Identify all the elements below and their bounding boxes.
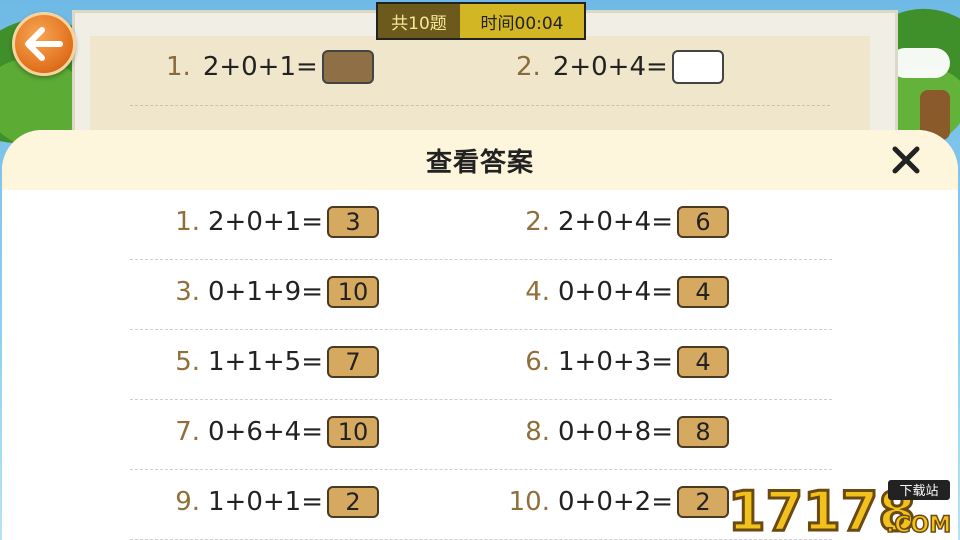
answer-value: 4: [676, 276, 729, 308]
question-expression: 2+0+4=: [552, 52, 668, 82]
answer-expression: 0+1+9=: [208, 277, 323, 307]
answer-value: 2: [326, 486, 379, 518]
arrow-left-icon: [25, 27, 63, 61]
answer-expression: 0+0+4=: [558, 277, 673, 307]
question-number: 1.: [166, 52, 191, 82]
answer-item: 8. 0+0+8= 8: [480, 414, 830, 450]
question-count: 共10题: [378, 4, 460, 38]
question-number: 2.: [516, 52, 541, 82]
answer-expression: 2+0+4=: [558, 207, 673, 237]
watermark-logo: 17178 下载站 .COM: [727, 479, 952, 537]
timer: 时间00:04: [460, 4, 584, 38]
question-expression: 2+0+1=: [202, 52, 318, 82]
question-row: 1. 2+0+1= 2. 2+0+4=: [130, 36, 830, 106]
answer-value: 2: [676, 486, 729, 518]
answer-item: 1. 2+0+1= 3: [130, 204, 480, 240]
answer-number: 1.: [175, 207, 200, 237]
answer-row: 5. 1+1+5= 7 6. 1+0+3= 4: [130, 330, 832, 400]
answer-item: 3. 0+1+9= 10: [130, 274, 480, 310]
close-button[interactable]: [890, 144, 922, 176]
question-item: 1. 2+0+1=: [166, 50, 374, 84]
question-item: 2. 2+0+4=: [516, 50, 724, 84]
answer-row: 3. 0+1+9= 10 4. 0+0+4= 4: [130, 260, 832, 330]
answer-item: 4. 0+0+4= 4: [480, 274, 830, 310]
answer-value: 10: [326, 276, 379, 308]
answer-row: 7. 0+6+4= 10 8. 0+0+8= 8: [130, 400, 832, 470]
modal-title: 查看答案: [425, 147, 534, 178]
answer-item: 9. 1+0+1= 2: [130, 484, 480, 520]
cloud: [890, 48, 950, 78]
modal-header: 查看答案: [2, 130, 958, 190]
answer-item: 6. 1+0+3= 4: [480, 344, 830, 380]
answer-expression: 2+0+1=: [208, 207, 323, 237]
answer-expression: 1+1+5=: [208, 347, 323, 377]
answer-item: 2. 2+0+4= 6: [480, 204, 830, 240]
watermark-tag: 下载站: [899, 484, 938, 499]
answer-number: 10.: [508, 487, 550, 517]
answer-item: 5. 1+1+5= 7: [130, 344, 480, 380]
answer-number: 4.: [525, 277, 550, 307]
answer-number: 8.: [525, 417, 550, 447]
answer-expression: 0+0+2=: [558, 487, 673, 517]
answer-value: 3: [326, 206, 379, 238]
answer-value: 10: [326, 416, 379, 448]
watermark-suffix: .COM: [886, 513, 951, 536]
answer-expression: 1+0+3=: [558, 347, 673, 377]
answer-value: 4: [676, 346, 729, 378]
back-button[interactable]: [12, 12, 76, 76]
answer-number: 6.: [525, 347, 550, 377]
status-bar: 共10题 时间00:04: [376, 2, 586, 40]
answer-number: 3.: [175, 277, 200, 307]
answer-number: 2.: [525, 207, 550, 237]
answer-value: 8: [676, 416, 729, 448]
answer-item: 7. 0+6+4= 10: [130, 414, 480, 450]
answer-input[interactable]: [671, 50, 724, 84]
answer-expression: 0+0+8=: [558, 417, 673, 447]
answer-expression: 0+6+4=: [208, 417, 323, 447]
answer-number: 5.: [175, 347, 200, 377]
answer-value: 6: [676, 206, 729, 238]
answer-number: 7.: [175, 417, 200, 447]
answer-input[interactable]: [321, 50, 374, 84]
close-icon: [892, 146, 920, 174]
answer-number: 9.: [175, 487, 200, 517]
answer-value: 7: [326, 346, 379, 378]
answer-expression: 1+0+1=: [208, 487, 323, 517]
answer-row: 1. 2+0+1= 3 2. 2+0+4= 6: [130, 190, 832, 260]
